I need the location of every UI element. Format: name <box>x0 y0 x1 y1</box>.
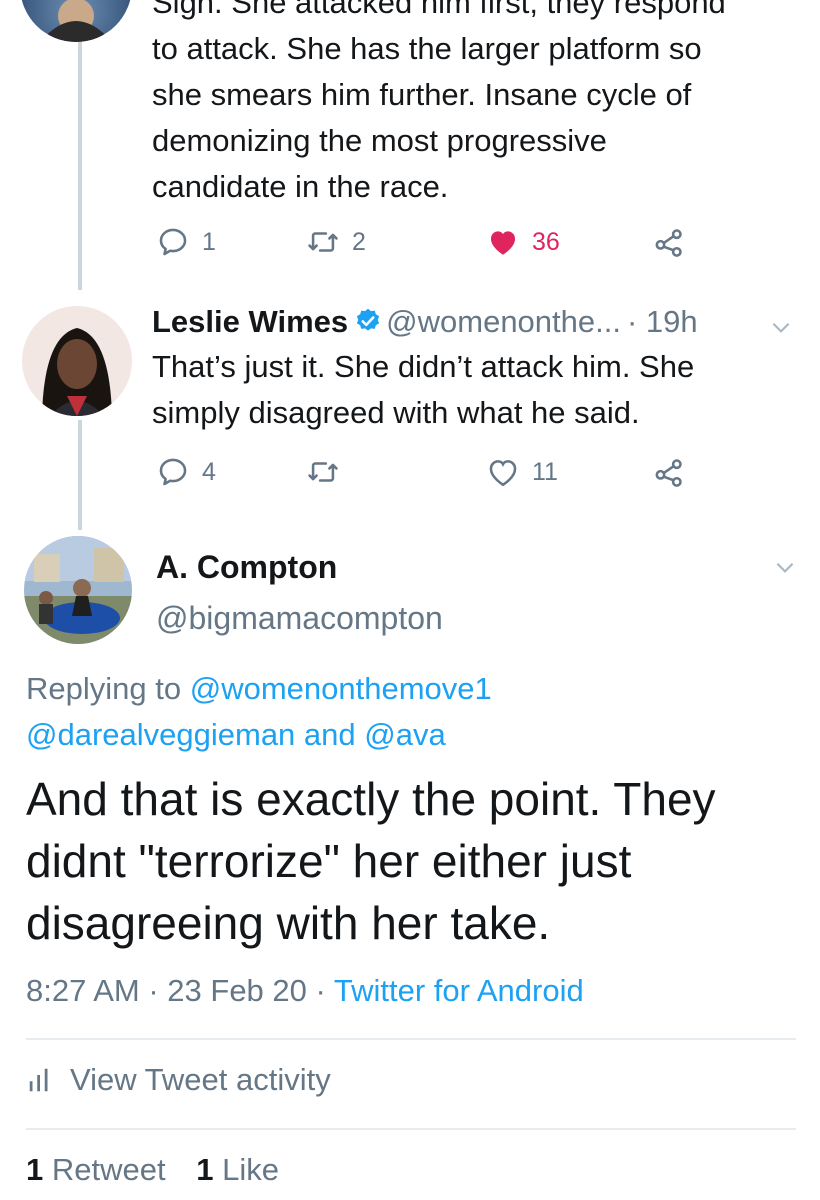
mention-link[interactable]: @ava <box>364 717 445 752</box>
chevron-down-icon[interactable] <box>768 314 794 340</box>
thread-line <box>78 0 82 290</box>
retweets-stat[interactable]: 1 Retweet <box>26 1152 166 1187</box>
display-name[interactable]: Leslie Wimes <box>152 304 348 339</box>
avatar[interactable] <box>20 0 132 42</box>
like-button[interactable]: 36 <box>486 222 560 262</box>
analytics-icon <box>29 1068 48 1092</box>
like-count: 11 <box>532 457 558 486</box>
reply-icon <box>159 458 187 486</box>
handle[interactable]: @womenonthe... <box>386 304 621 339</box>
reply-icon <box>159 228 187 256</box>
share-button[interactable] <box>652 452 698 492</box>
heart-filled-icon <box>490 231 516 255</box>
tweet-text: That’s just it. She didn’t attack him. S… <box>152 349 695 430</box>
heart-outline-icon <box>489 460 517 487</box>
display-name[interactable]: A. Compton <box>156 545 337 589</box>
thread-line <box>78 420 82 530</box>
share-icon <box>655 229 682 257</box>
tweet-text: Sigh. She attacked him first, they respo… <box>152 0 726 204</box>
retweet-icon <box>308 232 338 252</box>
retweet-count: 2 <box>352 227 366 256</box>
share-icon <box>655 459 682 487</box>
tweet-actions: 4 11 <box>156 452 756 492</box>
like-button[interactable]: 11 <box>486 452 558 492</box>
reply-count: 1 <box>202 227 216 256</box>
reply-button[interactable]: 4 <box>156 452 216 492</box>
retweet-button[interactable] <box>306 452 352 492</box>
tweet-text: And that is exactly the point. They didn… <box>26 773 716 949</box>
share-button[interactable] <box>652 222 698 262</box>
reply-button[interactable]: 1 <box>156 222 216 262</box>
chevron-down-icon[interactable] <box>772 554 798 580</box>
verified-badge-icon <box>357 308 380 331</box>
divider <box>26 1128 796 1130</box>
like-count: 36 <box>532 227 560 256</box>
reply-count: 4 <box>202 457 216 486</box>
tweet-actions: 1 2 36 <box>156 222 756 262</box>
source-link[interactable]: Twitter for Android <box>334 973 584 1008</box>
divider <box>26 1038 796 1040</box>
tweet-header: Leslie Wimes @womenonthe... · 19h <box>152 302 698 342</box>
retweet-icon <box>308 462 338 482</box>
tweet-timestamp: 8:27 AM · 23 Feb 20 · Twitter for Androi… <box>26 973 584 1008</box>
retweet-button[interactable]: 2 <box>306 222 366 262</box>
view-tweet-activity[interactable]: View Tweet activity <box>26 1062 331 1098</box>
mention-link[interactable]: @womenonthemove1 <box>190 671 492 706</box>
tweet-time: · 19h <box>626 304 698 339</box>
replying-to: Replying to @womenonthemove1 @darealvegg… <box>26 671 492 752</box>
handle[interactable]: @bigmamacompton <box>156 596 443 640</box>
avatar[interactable] <box>22 306 132 416</box>
tweet-stats: 1 Retweet 1 Like <box>26 1152 279 1188</box>
mention-link[interactable]: @darealveggieman <box>26 717 295 752</box>
likes-stat[interactable]: 1 Like <box>196 1152 279 1187</box>
avatar[interactable] <box>24 536 132 644</box>
